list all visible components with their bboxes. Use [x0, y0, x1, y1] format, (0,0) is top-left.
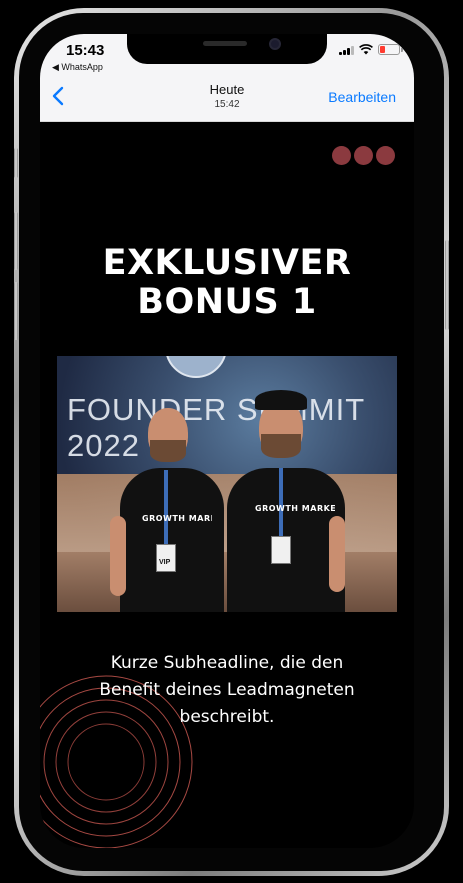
- headline: EXKLUSIVER BONUS 1: [40, 244, 414, 322]
- event-logo-seal: [165, 356, 227, 378]
- shirt-print: GROWTH MARKETER: [255, 504, 335, 513]
- signal-icon: [339, 45, 354, 55]
- notch: [127, 34, 327, 64]
- status-time: 15:43: [66, 42, 105, 59]
- phone-volume-down: [14, 282, 18, 340]
- dot: [376, 146, 395, 165]
- phone-side-button: [14, 148, 18, 178]
- arm: [329, 516, 345, 592]
- beard: [150, 440, 186, 462]
- decorative-dots: [332, 146, 395, 165]
- black-shirt: [120, 468, 224, 612]
- wifi-icon: [359, 44, 373, 55]
- event-photo: FOUNDER SUMMIT 2022 VIP GROWTH MARKETER …: [57, 356, 397, 612]
- shirt-print: GROWTH MARKETER: [142, 514, 212, 523]
- person-right: GROWTH MARKETER: [225, 386, 355, 612]
- status-icons: [339, 44, 403, 55]
- battery-icon: [378, 44, 403, 55]
- vip-badge: VIP: [156, 544, 176, 572]
- headline-line-1: EXKLUSIVER: [102, 243, 352, 283]
- dot: [332, 146, 351, 165]
- battery-level: [380, 46, 385, 53]
- speaker-grille: [203, 41, 247, 46]
- event-badge: [271, 536, 291, 564]
- phone-screen: 15:43 ◀ WhatsApp Heute 15:42 Bearbeiten: [40, 34, 414, 848]
- phone-power-button: [445, 240, 449, 330]
- black-cap: [255, 390, 307, 410]
- edit-button[interactable]: Bearbeiten: [328, 89, 396, 105]
- lanyard: [164, 470, 168, 544]
- dot: [354, 146, 373, 165]
- beard: [261, 434, 301, 458]
- arm: [110, 516, 126, 596]
- subheadline: Kurze Subheadline, die den Benefit deine…: [99, 653, 355, 727]
- vip-badge-label: VIP: [159, 559, 171, 566]
- headline-line-2: BONUS 1: [137, 282, 317, 322]
- back-to-app-link[interactable]: ◀ WhatsApp: [52, 62, 103, 73]
- front-camera: [269, 38, 281, 50]
- ios-status-and-nav-bar: 15:43 ◀ WhatsApp Heute 15:42 Bearbeiten: [40, 34, 414, 122]
- phone-volume-up: [14, 212, 18, 270]
- person-left: VIP GROWTH MARKETER: [110, 406, 232, 612]
